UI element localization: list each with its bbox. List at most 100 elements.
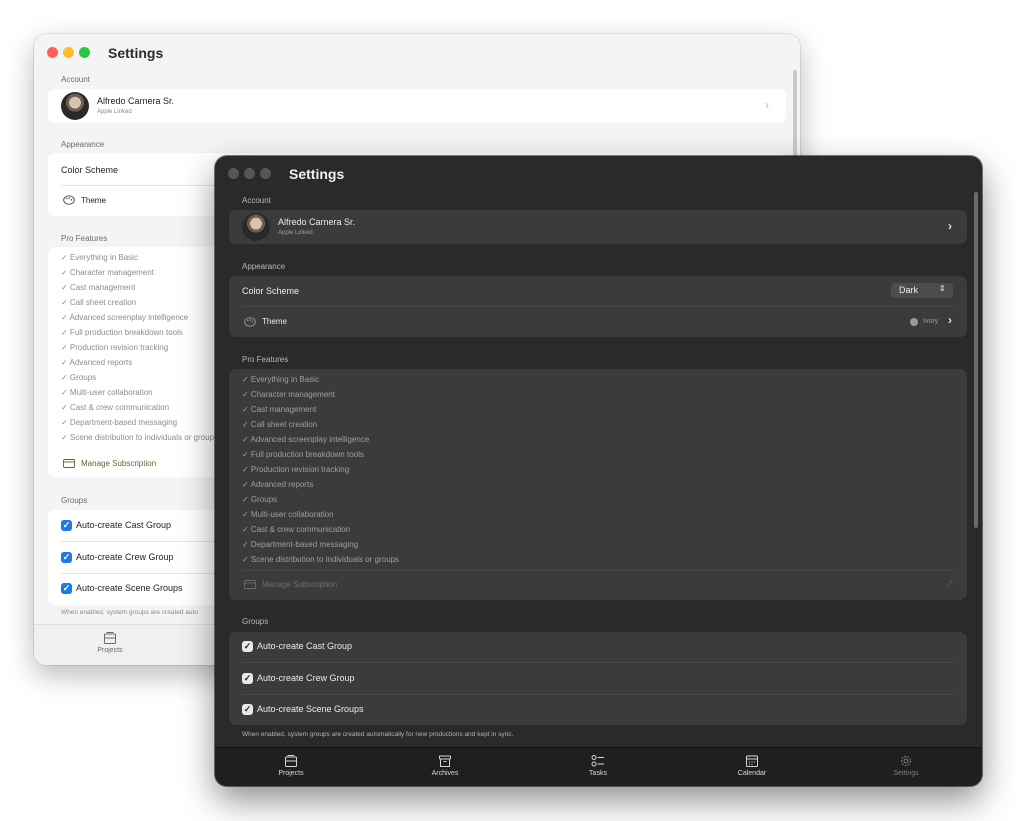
theme-swatch [910,318,918,326]
theme-label[interactable]: Theme [81,196,106,205]
zoom-button[interactable] [79,47,90,58]
feature-item: ✓ Cast & crew communication [242,525,351,534]
color-scheme-label: Color Scheme [242,286,300,296]
scene-groups-checkbox[interactable]: ✓ [242,704,253,715]
crew-group-checkbox[interactable]: ✓ [242,673,253,684]
minimize-button[interactable] [244,168,255,179]
feature-item: ✓ Everything in Basic [242,375,319,384]
groups-card: ✓ Auto-create Cast Group ✓ Auto-create C… [229,632,967,725]
tab-settings[interactable]: Settings [861,754,951,777]
scene-groups-label: Auto-create Scene Groups [76,583,183,593]
feature-item: ✓ Advanced screenplay intelligence [242,435,370,444]
theme-value: Ivory [923,318,939,325]
account-section-header: Account [61,75,90,84]
manage-subscription-link[interactable]: Manage Subscription [262,580,337,589]
feature-item: ✓ Multi-user collaboration [61,388,153,397]
crew-group-checkbox[interactable]: ✓ [61,552,72,563]
groups-note: When enabled, system groups are created … [242,731,514,738]
theme-label[interactable]: Theme [262,317,287,326]
divider [242,662,954,663]
close-button[interactable] [47,47,58,58]
calendar-icon [746,755,758,767]
user-sub: Apple Linked [278,230,313,236]
tab-calendar[interactable]: Calendar [707,754,797,777]
projects-icon [104,632,116,644]
chevron-right-icon: › [948,313,952,327]
tab-label: Calendar [737,770,767,777]
minimize-button[interactable] [63,47,74,58]
tab-label: Archives [431,770,459,777]
account-section-header: Account [242,196,271,205]
feature-item: ✓ Groups [61,373,97,382]
cast-group-checkbox[interactable]: ✓ [242,641,253,652]
cast-group-label: Auto-create Cast Group [76,520,172,530]
tab-archives[interactable]: Archives [400,754,490,777]
feature-item: ✓ Cast management [61,283,136,292]
manage-subscription-link[interactable]: Manage Subscription [81,459,156,468]
credit-card-icon [244,580,256,589]
updown-chevron-icon: ⇕ [939,284,946,293]
tab-label: Settings [893,770,919,777]
feature-item: ✓ Department-based messaging [242,540,359,549]
palette-icon [63,195,75,205]
color-scheme-value: Dark [899,285,919,295]
feature-item: ✓ Character management [242,390,335,399]
feature-item: ✓ Cast management [242,405,317,414]
tab-projects[interactable]: Projects [246,754,336,777]
color-scheme-select[interactable]: Dark ⇕ [891,283,953,298]
feature-item: ✓ Production revision tracking [242,465,350,474]
checklist-icon [591,755,604,767]
external-link-icon: ↗ [946,578,954,588]
appearance-section-header: Appearance [242,262,286,271]
window-title: Settings [108,45,164,61]
divider [242,306,954,307]
tab-label: Tasks [589,770,607,777]
feature-item: ✓ Full production breakdown tools [61,328,183,337]
tab-projects[interactable]: Projects [65,631,155,654]
account-row[interactable]: Alfredo Carnera Sr. Apple Linked › [229,210,967,244]
divider [242,570,954,571]
palette-icon [244,317,256,327]
feature-item: ✓ Production revision tracking [61,343,169,352]
feature-item: ✓ Advanced screenplay intelligence [61,313,189,322]
feature-item: ✓ Advanced reports [61,358,133,367]
dark-settings-window: Settings Account Alfredo Carnera Sr. App… [215,156,982,786]
feature-item: ✓ Everything in Basic [61,253,138,262]
appearance-card: Color Scheme Dark ⇕ Theme Ivory › [229,276,967,337]
scene-groups-label: Auto-create Scene Groups [257,704,364,714]
feature-item: ✓ Multi-user collaboration [242,510,334,519]
cast-group-checkbox[interactable]: ✓ [61,520,72,531]
feature-item: ✓ Call sheet creation [61,298,137,307]
tab-tasks[interactable]: Tasks [553,754,643,777]
user-sub: Apple Linked [97,109,132,115]
groups-section-header: Groups [242,617,269,626]
feature-item: ✓ Cast & crew communication [61,403,170,412]
window-title: Settings [289,166,345,182]
tab-label: Projects [278,770,304,777]
user-name: Alfredo Carnera Sr. [97,96,175,106]
projects-icon [285,755,297,767]
crew-group-label: Auto-create Crew Group [76,552,174,562]
gear-icon [901,756,911,766]
feature-item: ✓ Character management [61,268,154,277]
feature-item: ✓ Advanced reports [242,480,314,489]
pro-features-card: ✓ Everything in Basic ✓ Character manage… [229,369,967,600]
feature-item: ✓ Full production breakdown tools [242,450,364,459]
feature-item: ✓ Department-based messaging [61,418,178,427]
zoom-button[interactable] [260,168,271,179]
scrollbar[interactable] [974,192,978,528]
divider [242,694,954,695]
chevron-right-icon: › [948,219,952,233]
scene-groups-checkbox[interactable]: ✓ [61,583,72,594]
account-row[interactable]: Alfredo Carnera Sr. Apple Linked › [48,89,786,123]
groups-note: When enabled, system groups are created … [61,609,198,616]
pro-features-section-header: Pro Features [61,234,108,243]
close-button[interactable] [228,168,239,179]
feature-item: ✓ Scene distribution to individuals or g… [61,433,215,442]
cast-group-label: Auto-create Cast Group [257,641,353,651]
crew-group-label: Auto-create Crew Group [257,673,355,683]
feature-item: ✓ Scene distribution to individuals or g… [242,555,400,564]
chevron-right-icon: › [765,98,769,112]
tab-bar: Projects Archives Tasks Calendar Setting… [215,747,982,786]
feature-item: ✓ Call sheet creation [242,420,318,429]
